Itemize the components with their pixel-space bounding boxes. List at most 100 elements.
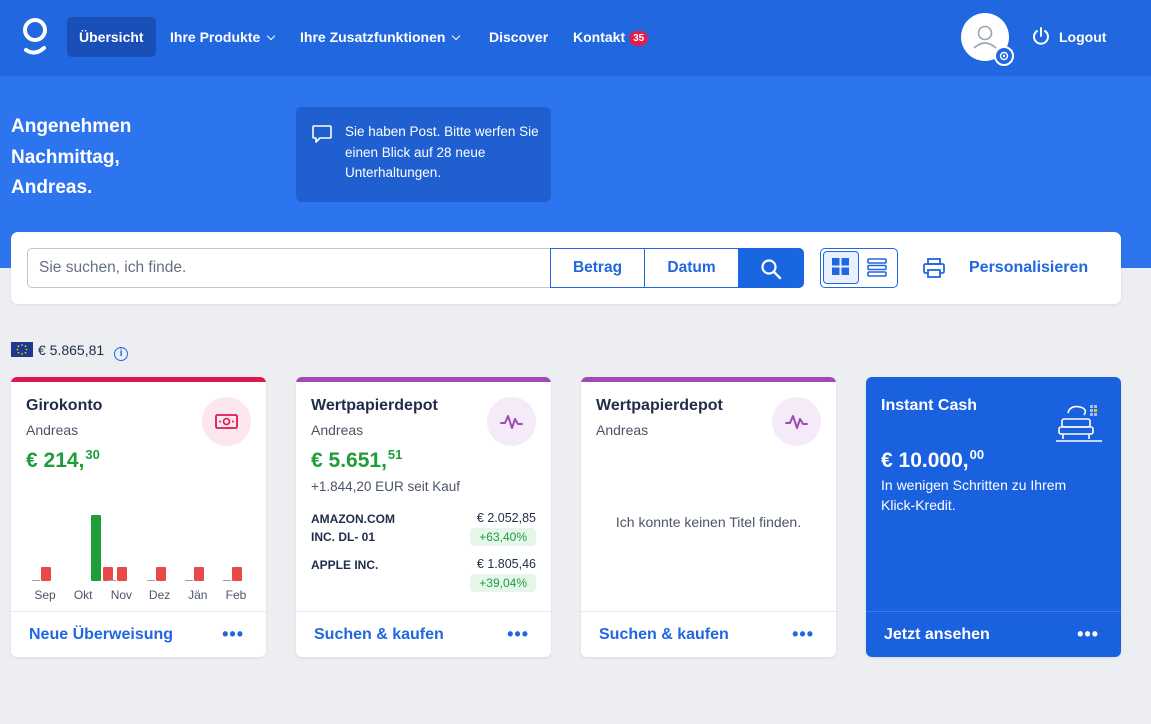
chart-baseline [223, 580, 231, 581]
card-accent-bar [296, 377, 551, 382]
filter-date-button[interactable]: Datum [644, 248, 739, 288]
card-balance: € 214,30 [26, 447, 100, 473]
chart-baseline [146, 580, 155, 581]
nav-item-label: Übersicht [79, 29, 144, 45]
nav-item-label: Kontakt [573, 29, 626, 45]
securities-depot-card[interactable]: Wertpapierdepot Andreas € 5.651,51 +1.84… [296, 377, 551, 657]
credit-description: In wenigen Schritten zu Ihrem Klick-Kred… [881, 477, 1067, 513]
position-name: AMAZON.COM INC. DL- 01 [311, 512, 395, 544]
gain-since-purchase: +1.844,20 EUR seit Kauf [311, 479, 460, 494]
search-icon [761, 259, 782, 280]
grid-view-button[interactable] [823, 251, 859, 284]
message-text: Sie haben Post. Bitte werfen Sie einen B… [345, 124, 539, 180]
card-title: Wertpapierdepot [311, 397, 438, 414]
chart-month-label: Okt [73, 588, 93, 602]
chart-month-label: Nov [110, 588, 133, 602]
banknote-icon [202, 397, 251, 446]
nav-item-extras[interactable]: Ihre Zusatzfunktionen [300, 17, 461, 57]
greeting-line: Andreas. [11, 177, 93, 198]
avatar[interactable] [961, 13, 1014, 66]
securities-depot-card-empty[interactable]: Wertpapierdepot Andreas Ich konnte keine… [581, 377, 836, 657]
grid-view-icon [832, 258, 849, 275]
card-owner: Andreas [311, 422, 364, 438]
filter-amount-button[interactable]: Betrag [550, 248, 645, 288]
balance-chart: Sep Okt Nov Dez Jän Feb [26, 497, 256, 607]
card-title: Girokonto [26, 397, 103, 414]
total-balance: € 5.865,81 i [11, 340, 129, 361]
more-options-button[interactable]: ••• [792, 624, 814, 645]
greeting-line: Nachmittag, [11, 146, 120, 168]
more-options-button[interactable]: ••• [222, 624, 244, 645]
chart-month-label: Jän [188, 588, 208, 602]
chart-month-label: Feb [225, 588, 247, 602]
search-buy-button[interactable]: Suchen & kaufen [314, 626, 444, 644]
logout-button[interactable]: Logout [1031, 17, 1106, 57]
amount-main: € 10.000, [881, 449, 969, 472]
balance-main: € 5.651, [311, 449, 387, 472]
chevron-down-icon [267, 31, 276, 41]
giro-account-card[interactable]: Girokonto Andreas € 214,30 Sep Okt Nov Dez J… [11, 377, 266, 657]
card-balance: € 5.651,51 [311, 447, 402, 473]
search-input[interactable] [27, 248, 551, 288]
card-footer: Suchen & kaufen ••• [581, 611, 836, 657]
search-buy-button[interactable]: Suchen & kaufen [599, 626, 729, 644]
nav-item-label: Ihre Produkte [170, 29, 261, 45]
card-footer: Neue Überweisung ••• [11, 611, 266, 657]
logout-label: Logout [1059, 29, 1107, 45]
balance-main: € 214, [26, 449, 85, 472]
message-notification[interactable]: Sie haben Post. Bitte werfen Sie einen B… [296, 107, 551, 202]
eu-flag-icon [11, 342, 33, 357]
amount-cents: 00 [969, 447, 985, 462]
chat-bubble-icon [312, 125, 332, 143]
list-view-icon [867, 258, 887, 277]
chart-bar-income [91, 515, 102, 581]
more-options-button[interactable]: ••• [507, 624, 529, 645]
personalize-button[interactable]: Personalisieren [969, 248, 1088, 288]
nav-item-discover[interactable]: Discover [489, 17, 548, 57]
activity-icon [772, 397, 821, 446]
gear-icon[interactable] [994, 46, 1014, 66]
chart-baseline [184, 580, 193, 581]
card-title: Wertpapierdepot [596, 397, 723, 414]
chart-bar-expense [232, 567, 242, 581]
nav-item-products[interactable]: Ihre Produkte [170, 17, 276, 57]
card-footer: Suchen & kaufen ••• [296, 611, 551, 657]
position-name: APPLE INC. [311, 558, 379, 572]
chevron-down-icon [452, 31, 461, 41]
greeting-text: Angenehmen Nachmittag, Andreas. [11, 112, 211, 204]
activity-icon [487, 397, 536, 446]
chart-bar-expense [41, 567, 51, 581]
position-value: € 2.052,85 [476, 511, 536, 525]
credit-amount: € 10.000,00 [881, 447, 984, 473]
chart-month-label: Sep [34, 588, 56, 602]
total-amount: € 5.865,81 [38, 342, 105, 358]
brand-logo-icon[interactable] [20, 16, 50, 58]
list-view-button[interactable] [860, 251, 896, 284]
chart-baseline [108, 580, 117, 581]
new-transfer-button[interactable]: Neue Überweisung [29, 626, 173, 644]
instant-cash-card[interactable]: Instant Cash € 10.000,00 In wenigen Schr… [866, 377, 1121, 657]
nav-item-overview[interactable]: Übersicht [67, 17, 156, 57]
card-accent-bar [581, 377, 836, 382]
chart-bar-expense [155, 567, 166, 581]
card-owner: Andreas [596, 422, 649, 438]
chart-month-label: Dez [148, 588, 171, 602]
nav-item-label: Discover [489, 29, 549, 45]
card-owner: Andreas [26, 422, 79, 438]
nav-item-contact[interactable]: Kontakt 35 [573, 17, 649, 57]
view-offer-button[interactable]: Jetzt ansehen [884, 626, 990, 644]
card-footer: Jetzt ansehen ••• [866, 611, 1121, 657]
card-title: Instant Cash [881, 397, 978, 414]
power-icon [1033, 27, 1049, 45]
chart-bar-expense [193, 567, 204, 581]
printer-icon[interactable] [922, 257, 946, 279]
greeting-line: Angenehmen [11, 116, 132, 137]
position-change: +39,04% [470, 574, 536, 592]
info-icon[interactable]: i [114, 347, 129, 361]
view-toggle [820, 248, 898, 288]
search-button[interactable] [738, 248, 804, 288]
top-navigation: Übersicht Ihre Produkte Ihre Zusatzfunkt… [0, 0, 1151, 76]
notification-badge: 35 [629, 31, 649, 46]
more-options-button[interactable]: ••• [1077, 624, 1099, 645]
balance-cents: 30 [85, 447, 100, 462]
